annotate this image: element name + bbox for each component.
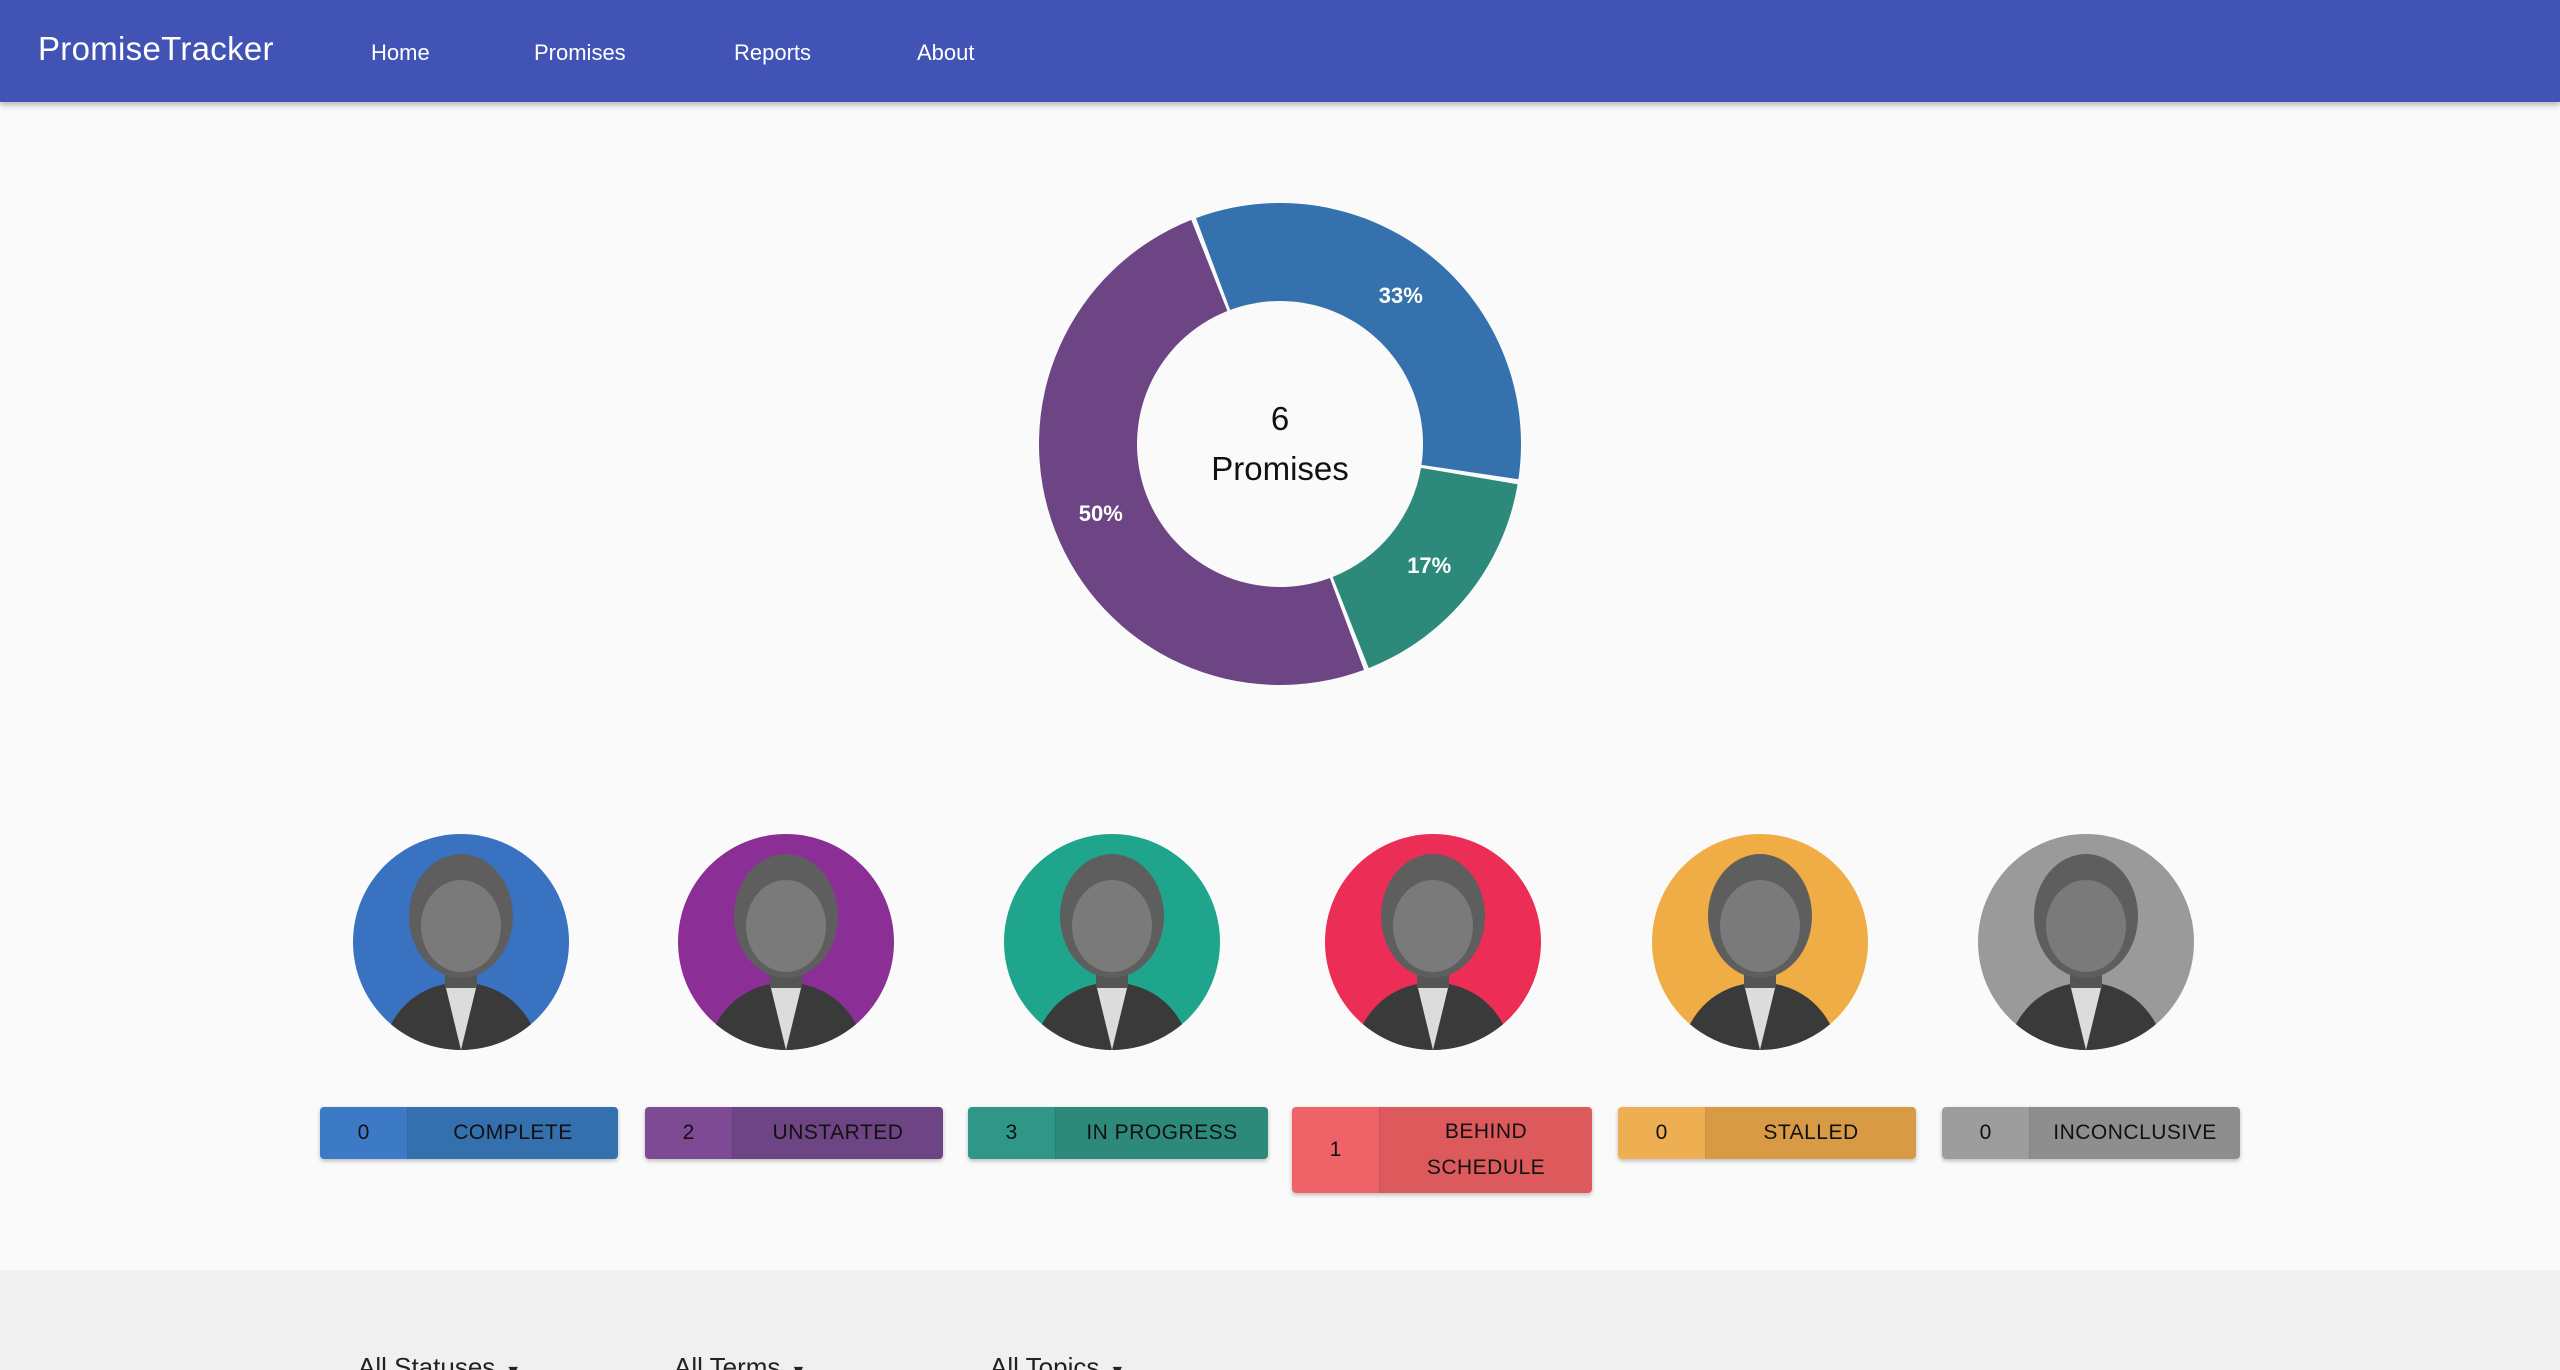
status-filter-value: All Statuses	[358, 1352, 496, 1370]
status-chip-unstarted[interactable]: 2 UNSTARTED	[645, 1107, 943, 1159]
status-filter-select[interactable]: All Statuses ▼	[358, 1352, 521, 1370]
status-chip-complete[interactable]: 0 COMPLETE	[320, 1107, 618, 1159]
portrait-graphic	[1325, 834, 1541, 1050]
status-donut-chart: 33% 17% 50%	[1039, 203, 1521, 685]
portrait-face	[421, 880, 501, 972]
status-label: COMPLETE	[408, 1107, 618, 1159]
portrait-face	[2046, 880, 2126, 972]
portrait-graphic	[678, 834, 894, 1050]
dropdown-caret-icon: ▼	[1109, 1363, 1125, 1370]
avatar	[1978, 834, 2194, 1050]
status-count: 0	[1618, 1107, 1706, 1159]
status-count: 0	[320, 1107, 408, 1159]
status-count: 1	[1292, 1107, 1380, 1193]
status-chip-stalled[interactable]: 0 STALLED	[1618, 1107, 1916, 1159]
portrait-graphic	[353, 834, 569, 1050]
avatar	[1652, 834, 1868, 1050]
nav-about[interactable]: About	[917, 40, 975, 66]
nav-home[interactable]: Home	[371, 40, 430, 66]
total-promises-label: Promises	[1211, 450, 1349, 487]
avatar	[1325, 834, 1541, 1050]
total-promises-count: 6	[1270, 400, 1290, 437]
dropdown-caret-icon: ▼	[790, 1363, 806, 1370]
status-count: 3	[968, 1107, 1056, 1159]
app-bar: PromiseTracker Home Promises Reports Abo…	[0, 0, 2560, 102]
status-label: STALLED	[1706, 1107, 1916, 1159]
portrait-face	[1393, 880, 1473, 972]
donut-percent-label: 50%	[1079, 501, 1123, 526]
avatar	[1004, 834, 1220, 1050]
status-label: BEHIND SCHEDULE	[1380, 1107, 1592, 1193]
nav-reports[interactable]: Reports	[734, 40, 811, 66]
status-count: 0	[1942, 1107, 2030, 1159]
term-filter-select[interactable]: All Terms ▼	[674, 1352, 806, 1370]
portrait-face	[1072, 880, 1152, 972]
dropdown-caret-icon: ▼	[505, 1363, 521, 1370]
status-label: INCONCLUSIVE	[2030, 1107, 2240, 1159]
donut-percent-label: 17%	[1407, 553, 1451, 578]
status-label: IN PROGRESS	[1056, 1107, 1268, 1159]
avatar	[678, 834, 894, 1050]
portrait-face	[746, 880, 826, 972]
status-chip-inconclusive[interactable]: 0 INCONCLUSIVE	[1942, 1107, 2240, 1159]
avatar	[353, 834, 569, 1050]
status-chip-behind-schedule[interactable]: 1 BEHIND SCHEDULE	[1292, 1107, 1592, 1193]
status-chip-in-progress[interactable]: 3 IN PROGRESS	[968, 1107, 1268, 1159]
brand-logo[interactable]: PromiseTracker	[38, 30, 274, 68]
term-filter-value: All Terms	[674, 1352, 781, 1370]
portrait-graphic	[1978, 834, 2194, 1050]
status-count: 2	[645, 1107, 733, 1159]
topic-filter-select[interactable]: All Topics ▼	[990, 1352, 1125, 1370]
donut-percent-label: 33%	[1379, 283, 1423, 308]
portrait-graphic	[1652, 834, 1868, 1050]
portrait-graphic	[1004, 834, 1220, 1050]
portrait-face	[1720, 880, 1800, 972]
nav-promises[interactable]: Promises	[534, 40, 626, 66]
topic-filter-value: All Topics	[990, 1352, 1100, 1370]
status-label: UNSTARTED	[733, 1107, 943, 1159]
